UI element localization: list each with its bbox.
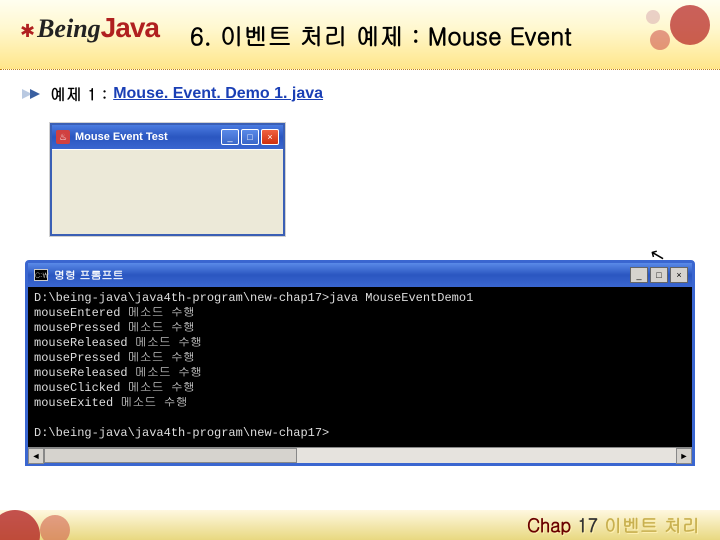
- cmd-horizontal-scrollbar[interactable]: ◄ ►: [28, 447, 692, 463]
- logo-java-text: Java: [101, 12, 159, 44]
- cmd-maximize-button[interactable]: □: [650, 267, 668, 283]
- logo-being-text: Being: [37, 14, 101, 44]
- slide-title: 6. 이벤트 처리 예제 : Mouse Event: [190, 18, 572, 52]
- footer-decoration: [0, 510, 120, 540]
- cmd-title: 명령 프롬프트: [54, 268, 630, 283]
- command-prompt-window: C:\ 명령 프롬프트 _ □ × D:\being-java\java4th-…: [25, 260, 695, 466]
- cmd-minimize-button[interactable]: _: [630, 267, 648, 283]
- header-decoration: [600, 0, 720, 60]
- content-area: 예제 1 : Mouse. Event. Demo 1. java ♨ Mous…: [30, 82, 690, 266]
- java-app-icon: ♨: [56, 130, 70, 144]
- chapter-subtitle: 이벤트 처리: [604, 513, 700, 538]
- chapter-label: Chap: [527, 513, 571, 538]
- example-heading: 예제 1 : Mouse. Event. Demo 1. java: [30, 82, 690, 105]
- example-label: 예제 1 :: [50, 82, 107, 105]
- logo: ✱ Being Java: [20, 12, 159, 44]
- scroll-track[interactable]: [44, 448, 676, 463]
- cmd-output[interactable]: D:\being-java\java4th-program\new-chap17…: [28, 287, 692, 447]
- footer: Chap 17 이벤트 처리: [0, 510, 720, 540]
- demo-app-window: ♨ Mouse Event Test _ □ ×: [50, 123, 285, 236]
- demo-app-title: Mouse Event Test: [75, 131, 221, 143]
- scroll-right-button[interactable]: ►: [676, 448, 692, 464]
- scroll-thumb[interactable]: [44, 448, 297, 463]
- demo-app-titlebar[interactable]: ♨ Mouse Event Test _ □ ×: [52, 125, 283, 149]
- cmd-close-button[interactable]: ×: [670, 267, 688, 283]
- scroll-left-button[interactable]: ◄: [28, 448, 44, 464]
- arrow-bullet-icon: [30, 89, 40, 99]
- minimize-button[interactable]: _: [221, 129, 239, 145]
- maximize-button[interactable]: □: [241, 129, 259, 145]
- chapter-number: 17: [577, 513, 598, 538]
- cmd-titlebar[interactable]: C:\ 명령 프롬프트 _ □ ×: [28, 263, 692, 287]
- close-button[interactable]: ×: [261, 129, 279, 145]
- logo-star-icon: ✱: [20, 21, 35, 42]
- example-link[interactable]: Mouse. Event. Demo 1. java: [113, 85, 323, 103]
- cmd-icon: C:\: [34, 269, 48, 281]
- demo-app-body[interactable]: [52, 149, 283, 234]
